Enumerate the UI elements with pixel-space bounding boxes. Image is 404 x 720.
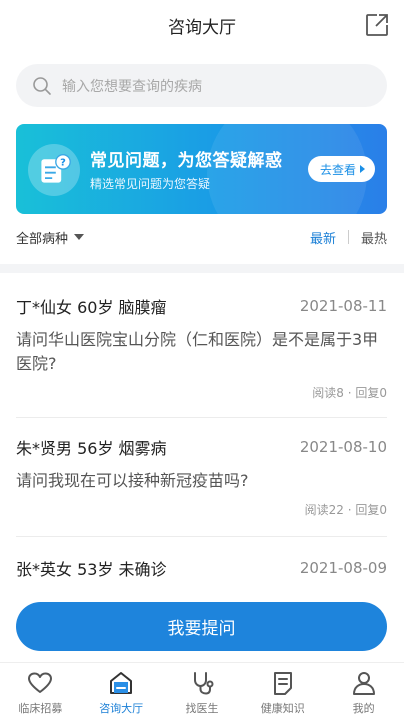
arrow-right-icon	[360, 165, 365, 173]
tab-label: 临床招募	[18, 702, 63, 715]
search-input[interactable]: 输入您想要查询的疾病	[16, 64, 387, 107]
patient-info: 张*英女 53岁 未确诊	[16, 560, 167, 579]
sort-tabs: 最新 最热	[310, 228, 387, 247]
item-divider	[16, 536, 387, 537]
ask-question-button[interactable]: 我要提问	[16, 602, 387, 651]
tab-label: 找医生	[185, 702, 219, 715]
tab-mine[interactable]: 我的	[323, 663, 404, 720]
faq-banner[interactable]: ? 常见问题，为您答疑解惑 精选常见问题为您答疑 去查看	[16, 124, 387, 214]
category-label: 全部病种	[16, 231, 69, 247]
tab-find-doctor[interactable]: 找医生	[162, 663, 243, 720]
banner-view-label: 去查看	[319, 162, 356, 177]
tab-label: 健康知识	[260, 702, 305, 715]
top-header: 咨询大厅	[0, 0, 404, 50]
consult-hall-icon	[110, 672, 133, 694]
caret-down-icon	[74, 234, 85, 240]
question-item[interactable]: 张*英女 53岁 未确诊 2021-08-09	[16, 556, 387, 580]
sort-divider	[347, 230, 349, 244]
bottom-tab-bar: 临床招募 咨询大厅 找医生 健康知识 我的	[0, 662, 404, 720]
question-date: 2021-08-09	[299, 559, 387, 577]
tab-consult-hall[interactable]: 咨询大厅	[81, 663, 162, 720]
banner-subtitle: 精选常见问题为您答疑	[90, 177, 211, 191]
tab-health-knowledge[interactable]: 健康知识	[242, 663, 323, 720]
faq-document-icon: ?	[28, 144, 80, 196]
svg-text:?: ?	[60, 158, 66, 169]
tab-clinical-recruit[interactable]: 临床招募	[0, 663, 81, 720]
question-stats: 阅读8 · 回复0	[312, 386, 387, 400]
stethoscope-icon	[193, 672, 214, 695]
question-stats: 阅读22 · 回复0	[304, 503, 387, 517]
sort-hottest[interactable]: 最热	[361, 228, 387, 247]
search-icon	[33, 76, 51, 95]
search-placeholder: 输入您想要查询的疾病	[62, 78, 202, 95]
question-date: 2021-08-10	[299, 438, 387, 456]
sort-latest[interactable]: 最新	[310, 228, 336, 247]
tab-label: 咨询大厅	[99, 702, 144, 715]
question-item[interactable]: 丁*仙女 60岁 脑膜瘤 2021-08-11 请问华山医院宝山分院（仁和医院）…	[16, 294, 387, 401]
tab-label: 我的	[352, 702, 375, 715]
patient-info: 丁*仙女 60岁 脑膜瘤	[16, 298, 167, 317]
heart-icon	[28, 672, 53, 693]
question-item[interactable]: 朱*贤男 56岁 烟雾病 2021-08-10 请问我现在可以接种新冠疫苗吗? …	[16, 435, 387, 518]
list-fade	[0, 584, 404, 600]
share-external-icon[interactable]	[364, 12, 390, 38]
patient-info: 朱*贤男 56岁 烟雾病	[16, 439, 167, 458]
question-text: 请问华山医院宝山分院（仁和医院）是不是属于3甲医院?	[16, 330, 379, 373]
question-date: 2021-08-11	[299, 297, 387, 315]
section-divider	[0, 264, 404, 273]
page-title: 咨询大厅	[168, 17, 236, 38]
filter-bar: 全部病种 最新 最热	[16, 224, 387, 250]
question-text: 请问我现在可以接种新冠疫苗吗?	[16, 471, 249, 490]
category-dropdown[interactable]: 全部病种	[16, 228, 85, 247]
person-icon	[352, 672, 375, 695]
banner-view-button[interactable]: 去查看	[307, 156, 375, 182]
item-divider	[16, 417, 387, 418]
banner-title: 常见问题，为您答疑解惑	[90, 151, 283, 171]
document-icon	[273, 672, 292, 695]
